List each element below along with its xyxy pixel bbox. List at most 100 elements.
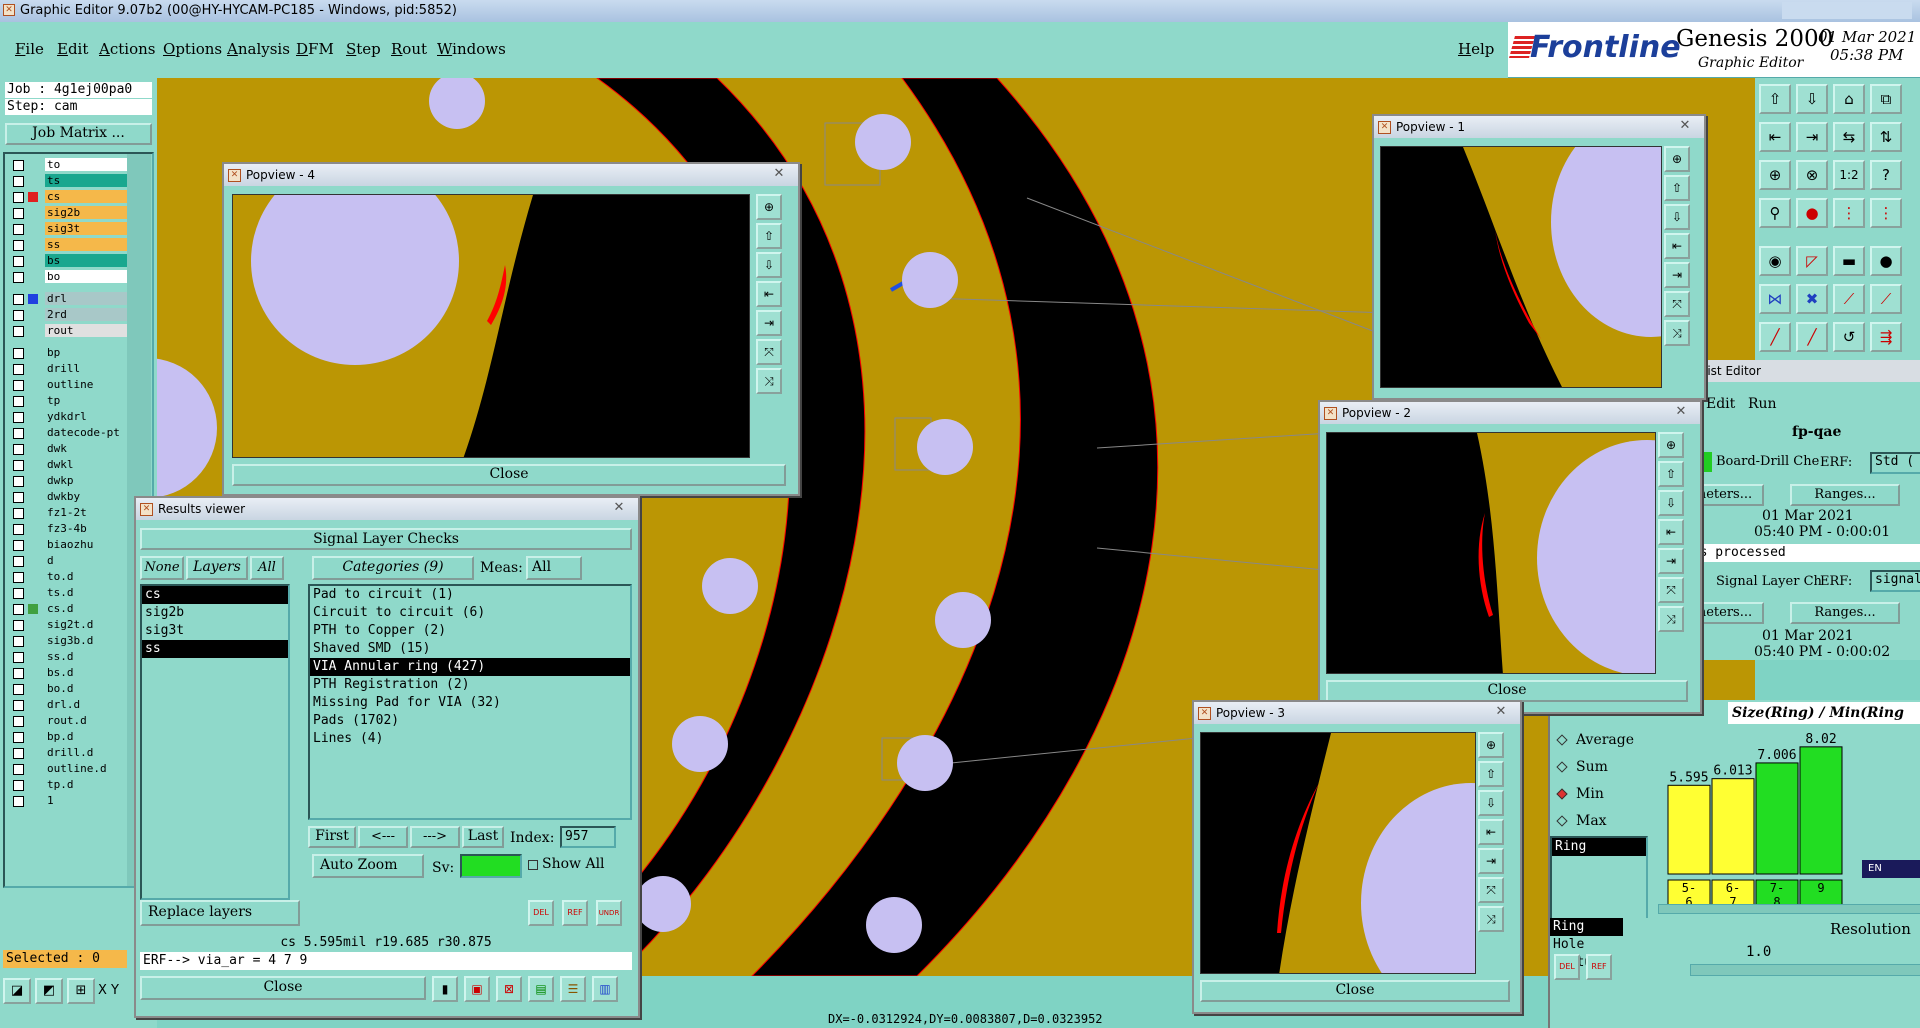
layer-row[interactable]: bp.d [13,730,129,744]
resolution-item[interactable]: Ring [1550,918,1623,936]
check1-erf-value[interactable]: Std ( [1870,452,1920,474]
layer-name[interactable]: tp.d [45,778,129,791]
layer-row[interactable]: ss.d [13,650,129,664]
chart-icon[interactable]: ▮ [432,976,458,1002]
fit-icon[interactable]: ⤧ [1664,291,1690,317]
window-controls[interactable] [1782,2,1912,19]
layer-name[interactable]: ss.d [45,650,129,663]
list-icon[interactable]: ☰ [560,976,586,1002]
layer-row[interactable]: cs [13,190,129,204]
category-item[interactable]: Pads (1702) [310,712,630,730]
layer-checkbox[interactable] [13,524,24,535]
layer-checkbox[interactable] [13,492,24,503]
layer-color-swatch[interactable] [28,604,38,614]
category-item[interactable]: PTH to Copper (2) [310,622,630,640]
layer-color-swatch[interactable] [28,508,38,518]
layer-name[interactable]: outline.d [45,762,129,775]
layer-color-swatch[interactable] [28,476,38,486]
arc-icon[interactable]: ↺ [1833,322,1865,352]
open-icon[interactable]: ⇧ [1759,84,1791,114]
copy-icon[interactable]: ⧉ [1870,84,1902,114]
popview-close-button[interactable]: Close [232,464,786,486]
result-layer-item[interactable]: cs [142,586,288,604]
layer-name[interactable]: bp [45,346,129,359]
menu-dfm[interactable]: DFM [296,40,334,58]
cross-icon[interactable]: ✖ [1796,284,1828,314]
category-item[interactable]: Shaved SMD (15) [310,640,630,658]
histogram-bar[interactable] [1755,762,1799,875]
radio-icon[interactable] [1556,761,1568,773]
check1-name[interactable]: Board-Drill Che [1716,454,1819,469]
layer-row[interactable]: rout [13,324,129,338]
popview-canvas[interactable] [1326,432,1656,674]
layer-name[interactable]: fz3-4b [45,522,129,535]
layer-name[interactable]: drill.d [45,746,129,759]
layer-name[interactable]: drl.d [45,698,129,711]
filter-icon[interactable]: ⊠ [496,976,522,1002]
layer-row[interactable]: 2rd [13,308,129,322]
layer-checkbox[interactable] [13,444,24,455]
center-icon[interactable]: ⤨ [756,368,782,394]
layer-color-swatch[interactable] [28,326,38,336]
connect-icon[interactable]: ⋈ [1759,284,1791,314]
layers-button[interactable]: Layers [186,556,248,580]
layer-name[interactable]: bo.d [45,682,129,695]
next-button[interactable]: ---> [410,826,460,848]
layer-name[interactable]: ydkdrl [45,410,129,423]
close-icon[interactable]: ✕ [1488,705,1514,720]
measure-tool-icon[interactable]: ◩ [35,978,63,1004]
category-item[interactable]: Lines (4) [310,730,630,748]
category-item[interactable]: VIA Annular ring (427) [310,658,630,676]
layer-row[interactable]: drl.d [13,698,129,712]
histogram-bar[interactable] [1667,784,1711,875]
pan-left-icon[interactable]: ⇤ [1759,122,1791,152]
layer-checkbox[interactable] [13,604,24,615]
layer-checkbox[interactable] [13,348,24,359]
menu-step[interactable]: Step [346,40,381,58]
layer-row[interactable]: drill.d [13,746,129,760]
layer-row[interactable]: datecode-pt [13,426,129,440]
layer-name[interactable]: rout [45,324,129,337]
layer-name[interactable]: 1 [45,794,129,807]
layer-checkbox[interactable] [13,396,24,407]
layer-name[interactable]: dwkp [45,474,129,487]
histogram-bar[interactable] [1711,778,1755,875]
layer-checkbox[interactable] [13,240,24,251]
snap-icon[interactable]: ⚲ [1759,198,1791,228]
layer-checkbox[interactable] [13,508,24,519]
pan-left-icon[interactable]: ⇤ [1478,819,1504,845]
fit-icon[interactable]: ⤧ [756,339,782,365]
check1-ranges-button[interactable]: Ranges... [1790,484,1900,506]
layer-color-swatch[interactable] [28,700,38,710]
radio-icon[interactable] [1556,734,1568,746]
layer-name[interactable]: datecode-pt [45,426,129,439]
layer-row[interactable]: sig2t.d [13,618,129,632]
layer-row[interactable]: to [13,158,129,172]
layer-checkbox[interactable] [13,272,24,283]
layer-color-swatch[interactable] [28,380,38,390]
popview-close-button[interactable]: Close [1200,980,1510,1002]
layer-name[interactable]: sig3t [45,222,129,235]
layer-name[interactable]: cs.d [45,602,129,615]
results-del-button[interactable]: DEL [528,900,554,926]
layer-name[interactable]: drl [45,292,129,305]
mirror-icon[interactable]: ⇆ [1833,122,1865,152]
job-matrix-button[interactable]: Job Matrix ... [5,123,152,145]
result-layer-item[interactable]: ss [142,640,288,658]
layer-row[interactable]: to.d [13,570,129,584]
layer-checkbox[interactable] [13,208,24,219]
fit-icon[interactable]: ⤧ [1478,877,1504,903]
close-icon[interactable]: ✕ [766,167,792,182]
layer-color-swatch[interactable] [28,460,38,470]
zoom-in-icon[interactable]: ⊕ [756,194,782,220]
layer-row[interactable]: dwkby [13,490,129,504]
menu-actions[interactable]: Actions [99,40,155,58]
close-icon[interactable]: ✕ [1668,405,1694,420]
layer-name[interactable]: dwk [45,442,129,455]
histogram-scrollbar[interactable] [1658,904,1920,914]
flip-icon[interactable]: ⇅ [1870,122,1902,152]
report-icon[interactable]: ▣ [464,976,490,1002]
layer-color-swatch[interactable] [28,540,38,550]
close-icon[interactable]: ✕ [1672,119,1698,134]
first-button[interactable]: First [308,826,356,848]
